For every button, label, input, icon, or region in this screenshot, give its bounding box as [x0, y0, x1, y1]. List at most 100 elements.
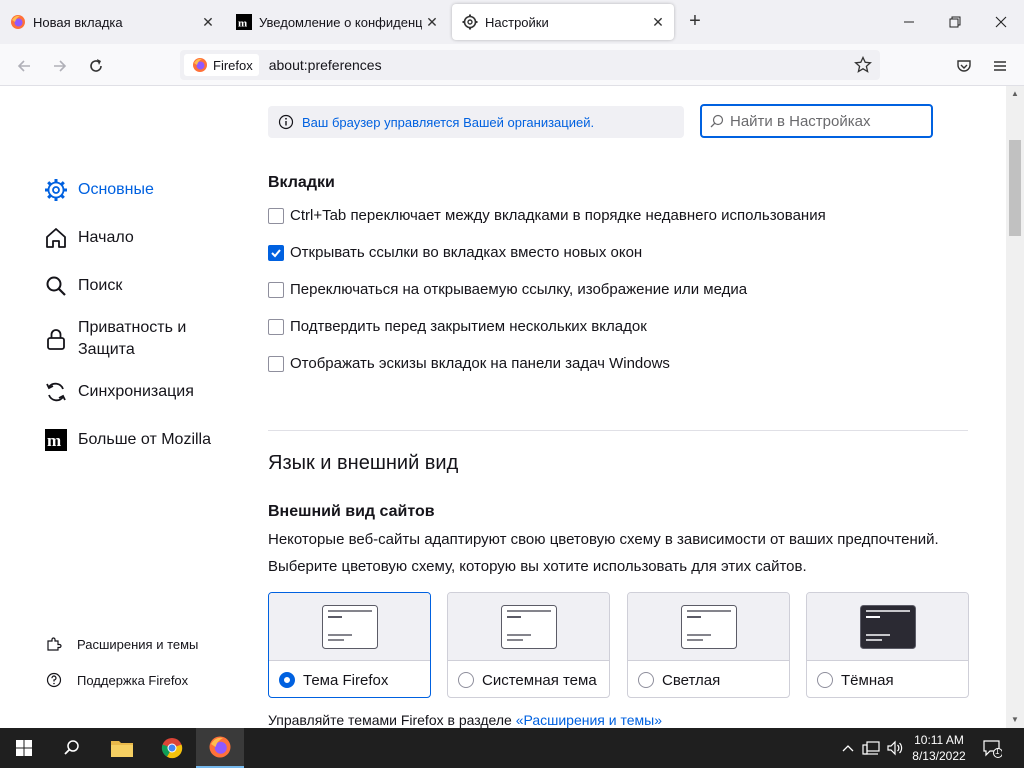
- category-sidebar: Основные Начало Поиск Приватность и Защи…: [44, 166, 254, 464]
- arrow-left-icon: [17, 60, 30, 72]
- close-tab-icon[interactable]: ✕: [422, 12, 442, 32]
- footer-item-label: Поддержка Firefox: [77, 672, 189, 688]
- theme-preview: [269, 593, 430, 661]
- option-ctrl-tab[interactable]: Ctrl+Tab переключает между вкладками в п…: [268, 207, 826, 224]
- theme-card-dark[interactable]: Тёмная: [806, 592, 969, 698]
- chevron-up-icon: [842, 745, 854, 752]
- checkbox[interactable]: [268, 318, 284, 335]
- taskbar-search-button[interactable]: [48, 728, 96, 768]
- option-taskbar-previews[interactable]: Отображать эскизы вкладок на панели зада…: [268, 355, 670, 372]
- option-open-links-in-tabs[interactable]: Открывать ссылки во вкладках вместо новы…: [268, 244, 642, 261]
- tabs-section-heading: Вкладки: [268, 174, 335, 191]
- action-center-button[interactable]: 1: [982, 738, 1002, 758]
- sidebar-item-label: Начало: [78, 229, 134, 246]
- restore-button[interactable]: [932, 0, 978, 44]
- tab-strip: Новая вкладка ✕ m Уведомление о конфиден…: [0, 0, 1024, 44]
- back-button[interactable]: [10, 52, 38, 80]
- manage-themes-text: Управляйте темами Firefox в разделе «Рас…: [268, 712, 662, 728]
- manage-themes-link[interactable]: «Расширения и темы»: [516, 712, 662, 728]
- search-icon: [46, 276, 66, 296]
- theme-preview: [628, 593, 789, 661]
- volume-tray-button[interactable]: [885, 738, 905, 758]
- sidebar-item-home[interactable]: Начало: [44, 214, 254, 262]
- pocket-button[interactable]: [950, 52, 978, 80]
- url-text[interactable]: about:preferences: [269, 57, 382, 73]
- url-bar[interactable]: Firefox about:preferences: [180, 50, 880, 80]
- menu-button[interactable]: [986, 52, 1014, 80]
- sidebar-item-label: Приватность и Защита: [78, 319, 187, 358]
- firefox-support-link[interactable]: Поддержка Firefox: [46, 662, 198, 698]
- radio[interactable]: [638, 672, 654, 688]
- taskbar-clock[interactable]: 10:11 AM 8/13/2022: [906, 732, 972, 764]
- start-button[interactable]: [0, 728, 48, 768]
- chrome-icon: [161, 738, 183, 759]
- windows-taskbar: 10:11 AM 8/13/2022 1: [0, 728, 1024, 768]
- sidebar-item-more-from-mozilla[interactable]: m Больше от Mozilla: [44, 416, 254, 464]
- sidebar-item-label: Больше от Mozilla: [78, 431, 212, 448]
- network-tray-button[interactable]: [861, 738, 881, 758]
- chrome-button[interactable]: [148, 728, 196, 768]
- radio-selected[interactable]: [279, 672, 295, 688]
- theme-card-system[interactable]: Системная тема: [447, 592, 610, 698]
- tab-title: Новая вкладка: [33, 14, 123, 30]
- option-switch-to-opened[interactable]: Переключаться на открываемую ссылку, изо…: [268, 281, 747, 298]
- new-tab-button[interactable]: +: [684, 11, 706, 33]
- firefox-icon: [193, 58, 207, 72]
- appearance-description-2: Выберите цветовую схему, которую вы хоти…: [268, 558, 807, 575]
- option-label: Отображать эскизы вкладок на панели зада…: [290, 355, 670, 372]
- settings-search-input[interactable]: [730, 112, 920, 130]
- sidebar-item-sync[interactable]: Синхронизация: [44, 368, 254, 416]
- scroll-down-arrow-icon[interactable]: ▼: [1006, 712, 1024, 728]
- mozilla-icon: m: [45, 429, 67, 451]
- policy-notice[interactable]: Ваш браузер управляется Вашей организаци…: [268, 106, 684, 138]
- forward-button[interactable]: [46, 52, 74, 80]
- sidebar-item-search[interactable]: Поиск: [44, 262, 254, 310]
- show-hidden-icons-button[interactable]: [838, 738, 858, 758]
- checkbox[interactable]: [268, 207, 284, 224]
- close-icon: [995, 16, 1007, 28]
- close-tab-icon[interactable]: ✕: [648, 12, 668, 32]
- theme-label: Тёмная: [841, 671, 894, 689]
- radio[interactable]: [458, 672, 474, 688]
- checkbox-checked[interactable]: [268, 244, 284, 261]
- checkbox[interactable]: [268, 281, 284, 298]
- theme-label: Системная тема: [482, 671, 597, 689]
- website-appearance-heading: Внешний вид сайтов: [268, 503, 435, 520]
- identity-box[interactable]: Firefox: [184, 54, 259, 76]
- option-confirm-close[interactable]: Подтвердить перед закрытием нескольких в…: [268, 318, 647, 335]
- tab-privacy-notice[interactable]: m Уведомление о конфиденциальности ✕: [226, 0, 448, 44]
- info-icon: [278, 114, 294, 130]
- sidebar-item-general[interactable]: Основные: [44, 166, 254, 214]
- search-icon: [64, 740, 79, 755]
- radio[interactable]: [817, 672, 833, 688]
- file-explorer-button[interactable]: [98, 728, 146, 768]
- pocket-icon: [957, 60, 971, 72]
- tab-settings[interactable]: Настройки ✕: [452, 4, 674, 40]
- close-window-button[interactable]: [978, 0, 1024, 44]
- lock-icon: [47, 329, 65, 350]
- firefox-taskbar-button[interactable]: [196, 728, 244, 768]
- bookmark-star-icon[interactable]: [854, 56, 872, 74]
- language-section-heading: Язык и внешний вид: [268, 452, 459, 474]
- theme-preview: [807, 593, 968, 661]
- theme-card-firefox[interactable]: Тема Firefox: [268, 592, 431, 698]
- scrollbar-thumb[interactable]: [1009, 140, 1021, 236]
- checkbox[interactable]: [268, 355, 284, 372]
- policy-notice-text: Ваш браузер управляется Вашей организаци…: [302, 114, 595, 130]
- page-scrollbar[interactable]: ▲ ▼: [1006, 86, 1024, 728]
- scroll-up-arrow-icon[interactable]: ▲: [1006, 86, 1024, 102]
- tab-new-tab[interactable]: Новая вкладка ✕: [0, 0, 224, 44]
- gear-icon: [462, 14, 478, 30]
- reload-button[interactable]: [82, 52, 110, 80]
- close-tab-icon[interactable]: ✕: [198, 12, 218, 32]
- svg-text:m: m: [238, 18, 247, 30]
- theme-card-light[interactable]: Светлая: [627, 592, 790, 698]
- sidebar-item-label: Синхронизация: [78, 383, 194, 400]
- minimize-button[interactable]: [886, 0, 932, 44]
- hamburger-menu-icon: [994, 61, 1006, 71]
- extensions-and-themes-link[interactable]: Расширения и темы: [46, 626, 198, 662]
- sidebar-item-privacy[interactable]: Приватность и Защита: [44, 310, 254, 368]
- sidebar-item-label: Основные: [78, 181, 154, 198]
- theme-preview: [448, 593, 609, 661]
- settings-search-box[interactable]: [700, 104, 933, 138]
